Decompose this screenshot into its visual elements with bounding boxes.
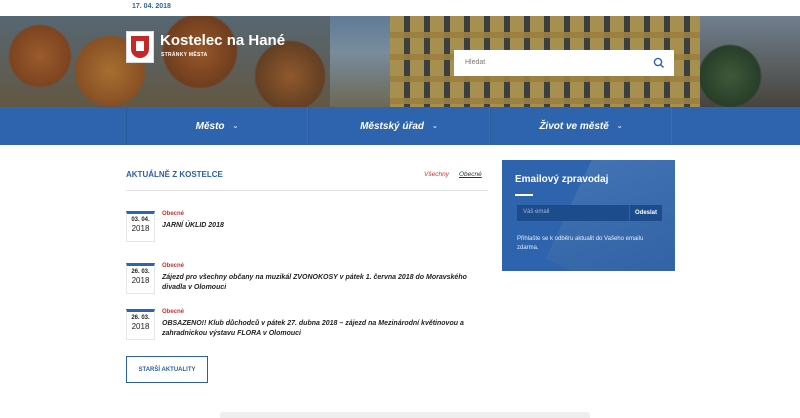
news-title[interactable]: OBSAZENO!! Klub důchodců v pátek 27. dub… bbox=[162, 319, 492, 339]
bottom-scroll-shadow bbox=[220, 412, 590, 418]
list-item[interactable]: 26. 03. 2018 Obecné Zájezd pro všechny o… bbox=[126, 263, 488, 295]
email-placeholder: Váš email bbox=[523, 209, 550, 215]
main-navigation: Město ⌄ Městský úřad ⌄ Život ve městě ⌄ bbox=[0, 107, 800, 145]
newsletter-note: Přihlašte se k odběru aktualit do Vašeho… bbox=[517, 236, 644, 251]
news-header: AKTUÁLNĚ Z KOSTELCE Všechny Obecné bbox=[126, 170, 488, 191]
search-input[interactable]: Hledat bbox=[454, 50, 674, 76]
chevron-down-icon: ⌄ bbox=[232, 123, 239, 130]
nav-item-label: Město bbox=[195, 120, 225, 132]
list-item[interactable]: 26. 03. 2018 Obecné OBSAZENO!! Klub důch… bbox=[126, 309, 488, 341]
site-subtitle: STRÁNKY MĚSTA bbox=[161, 52, 208, 58]
chevron-down-icon: ⌄ bbox=[616, 123, 623, 130]
nav-item-zivot-ve-meste[interactable]: Život ve městě ⌄ bbox=[490, 107, 672, 145]
town-crest-logo[interactable] bbox=[126, 31, 154, 63]
subscribe-button[interactable]: Odeslat bbox=[629, 205, 662, 221]
news-title[interactable]: Zájezd pro všechny občany na muzikál ZVO… bbox=[162, 273, 492, 293]
date-badge: 26. 03. 2018 bbox=[126, 263, 155, 294]
chevron-down-icon: ⌄ bbox=[432, 123, 438, 130]
news-title[interactable]: JARNÍ ÚKLID 2018 bbox=[162, 221, 492, 231]
news-category: Obecné bbox=[162, 309, 185, 315]
site-title[interactable]: Kostelec na Hané bbox=[160, 32, 285, 49]
nav-item-mesto[interactable]: Město ⌄ bbox=[126, 107, 308, 145]
older-news-button[interactable]: STARŠÍ AKTUALITY bbox=[126, 356, 208, 383]
filter-all-link[interactable]: Všechny bbox=[424, 171, 449, 178]
divider bbox=[515, 194, 533, 196]
nav-item-mestsky-urad[interactable]: Městský úřad ⌄ bbox=[308, 107, 490, 145]
news-heading: AKTUÁLNĚ Z KOSTELCE bbox=[126, 170, 223, 179]
crest-icon bbox=[131, 36, 149, 58]
news-category: Obecné bbox=[162, 211, 185, 217]
news-category: Obecné bbox=[162, 263, 185, 269]
search-placeholder: Hledat bbox=[465, 59, 486, 66]
nav-item-label: Městský úřad bbox=[360, 120, 425, 132]
date-badge: 26. 03. 2018 bbox=[126, 309, 155, 340]
list-item[interactable]: 03. 04. 2018 Obecné JARNÍ ÚKLID 2018 bbox=[126, 211, 488, 242]
nav-item-label: Život ve městě bbox=[539, 120, 609, 132]
email-field[interactable]: Váš email bbox=[517, 205, 629, 221]
top-bar: 17. 04. 2018 bbox=[0, 0, 800, 16]
newsletter-heading: Emailový zpravodaj bbox=[515, 174, 609, 185]
search-icon[interactable] bbox=[652, 56, 666, 70]
date-badge: 03. 04. 2018 bbox=[126, 211, 155, 242]
newsletter-box: Emailový zpravodaj Váš email Odeslat Při… bbox=[502, 160, 675, 271]
filter-general-link[interactable]: Obecné bbox=[459, 171, 482, 178]
current-date: 17. 04. 2018 bbox=[132, 3, 171, 10]
header-banner bbox=[0, 16, 800, 107]
